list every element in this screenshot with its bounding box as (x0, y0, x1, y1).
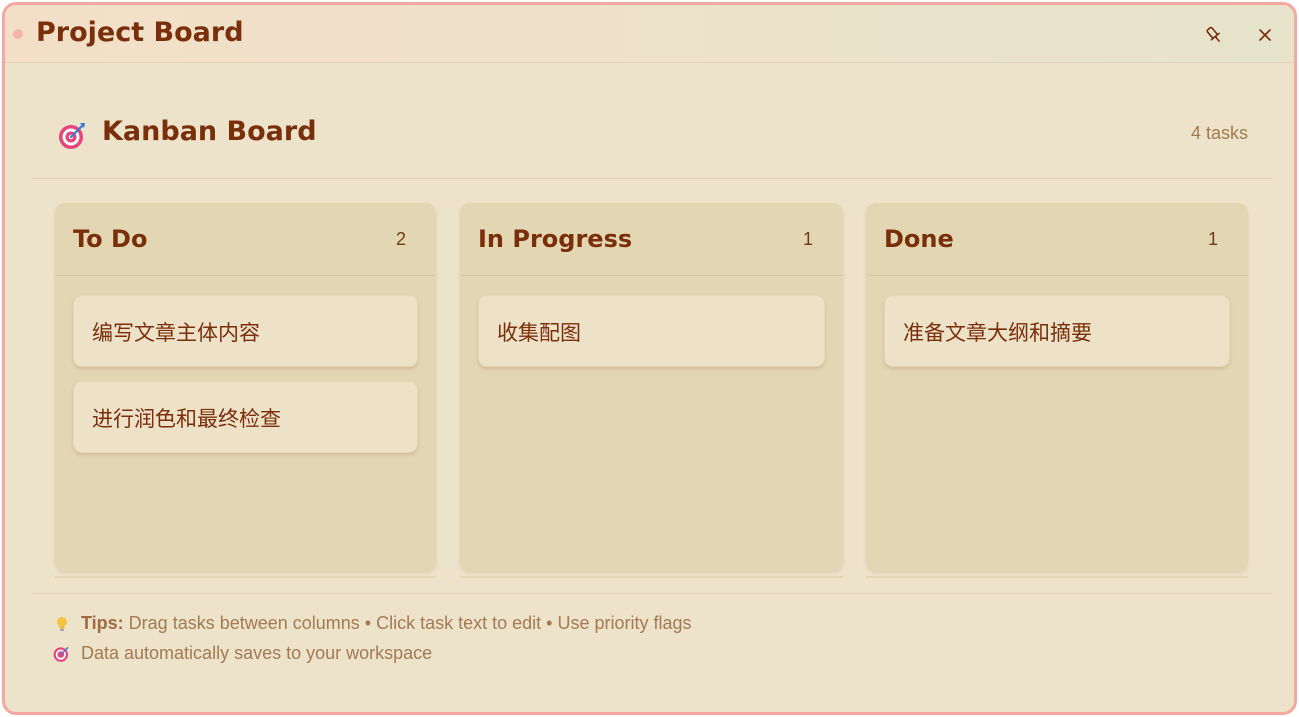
board-header: Kanban Board 4 tasks (32, 93, 1272, 179)
column-count: 1 (802, 229, 813, 249)
board-title: Kanban Board (102, 116, 317, 147)
window-title: Project Board (36, 17, 244, 48)
pin-icon (1204, 25, 1224, 45)
close-button[interactable] (1251, 21, 1279, 49)
task-text[interactable]: 进行润色和最终检查 (92, 403, 281, 433)
column-header: In Progress 1 (460, 203, 843, 276)
task-count: 4 tasks (1190, 123, 1248, 143)
column-todo[interactable]: To Do 2 编写文章主体内容 进行润色和最终检查 (55, 203, 436, 571)
column-divider (55, 576, 436, 578)
task-text[interactable]: 准备文章大纲和摘要 (903, 317, 1092, 347)
window-status-dot (13, 29, 23, 39)
title-bar[interactable]: Project Board (5, 5, 1294, 63)
kanban-window: Project Board Kanban Board 4 tasks To Do… (2, 2, 1297, 715)
task-card[interactable]: 编写文章主体内容 (73, 295, 418, 367)
autosave-line: Data automatically saves to your workspa… (53, 643, 432, 664)
column-divider (866, 576, 1248, 578)
column-done[interactable]: Done 1 准备文章大纲和摘要 (866, 203, 1248, 571)
pin-button[interactable] (1200, 21, 1228, 49)
tips-label: Tips: (81, 613, 124, 633)
target-icon (53, 645, 71, 663)
task-card[interactable]: 进行润色和最终检查 (73, 381, 418, 453)
column-title: To Do (73, 225, 148, 253)
target-icon (58, 121, 88, 155)
column-in-progress[interactable]: In Progress 1 收集配图 (460, 203, 843, 571)
close-icon (1258, 28, 1272, 42)
task-text[interactable]: 收集配图 (497, 317, 581, 347)
task-card[interactable]: 收集配图 (478, 295, 825, 367)
column-count: 1 (1207, 229, 1218, 249)
column-header: Done 1 (866, 203, 1248, 276)
lightbulb-icon (53, 615, 71, 633)
column-count: 2 (395, 229, 406, 249)
task-card[interactable]: 准备文章大纲和摘要 (884, 295, 1230, 367)
footer-divider (32, 593, 1272, 594)
tips-text: Drag tasks between columns • Click task … (128, 613, 692, 633)
column-header: To Do 2 (55, 203, 436, 276)
task-text[interactable]: 编写文章主体内容 (92, 317, 260, 347)
tips-line: Tips: Drag tasks between columns • Click… (53, 613, 692, 634)
column-title: Done (884, 225, 954, 253)
column-divider (460, 576, 843, 578)
column-title: In Progress (478, 225, 633, 253)
autosave-text: Data automatically saves to your workspa… (81, 643, 433, 663)
